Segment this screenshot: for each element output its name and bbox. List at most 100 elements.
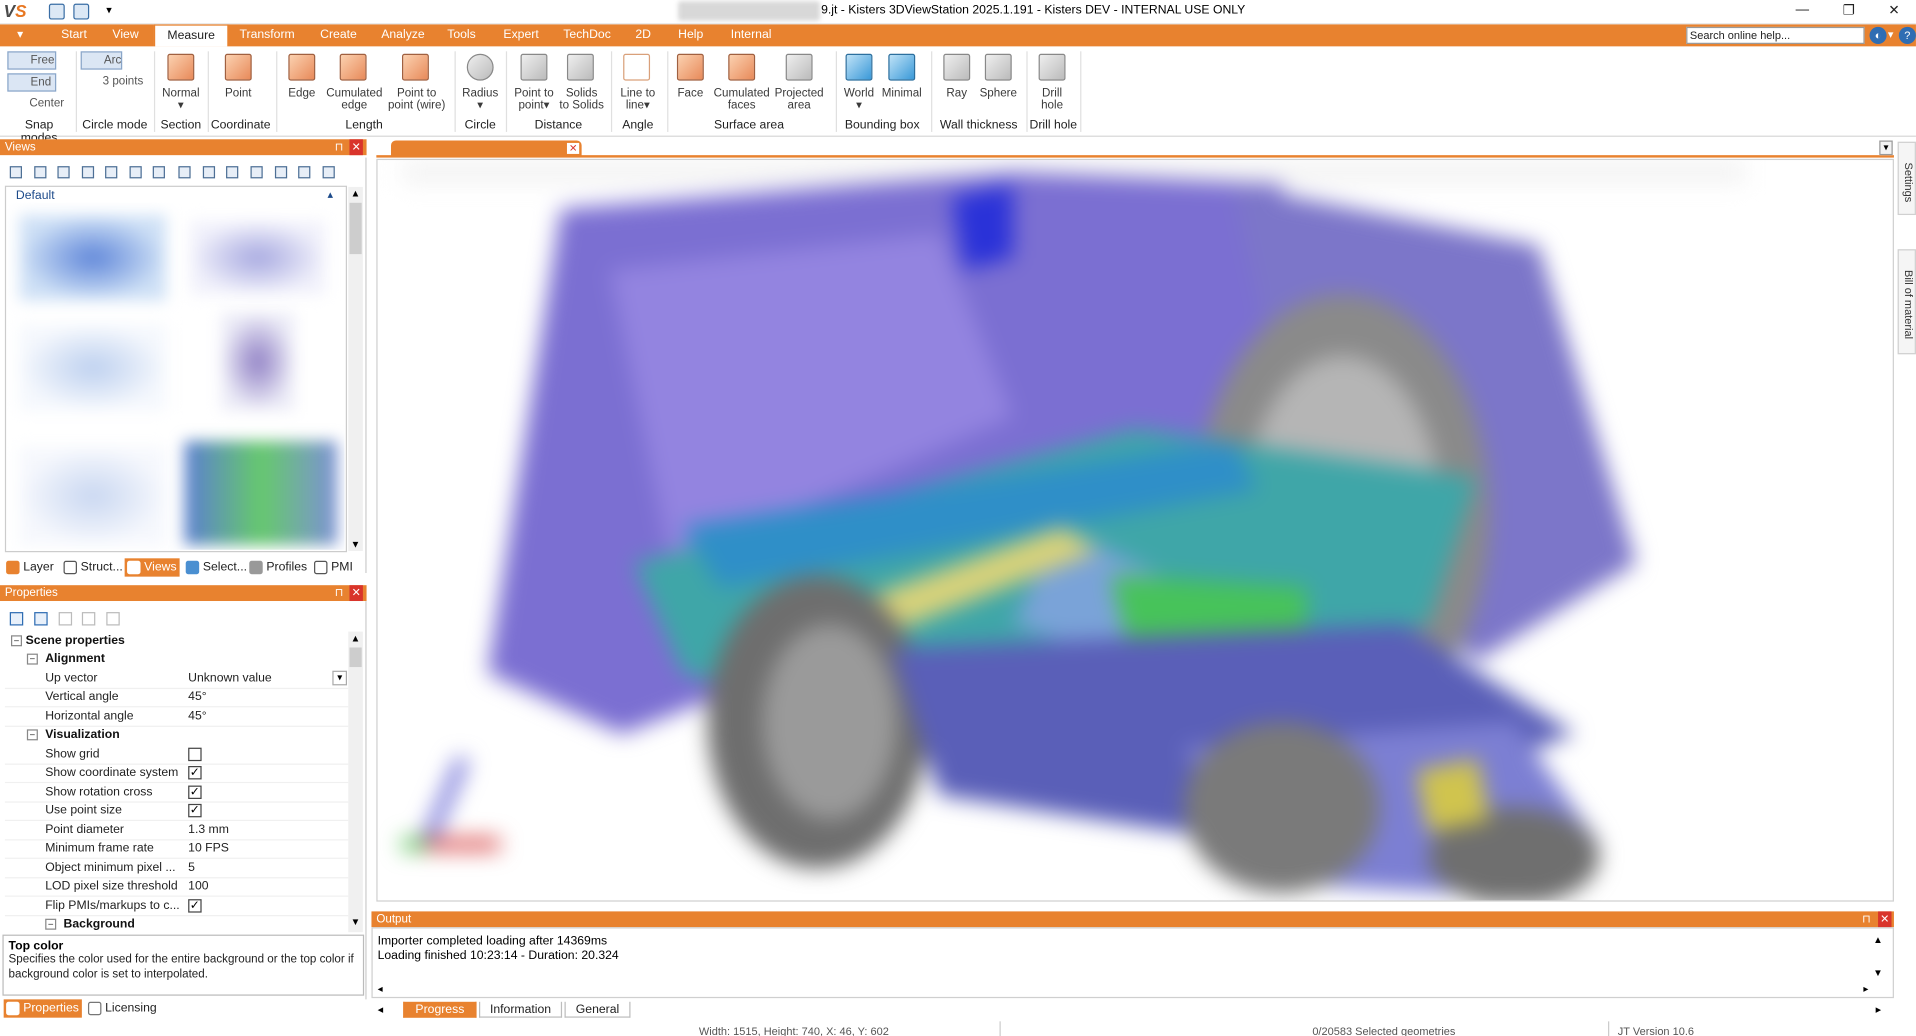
view-thumbnail[interactable] [184, 441, 338, 545]
prop-horizontal-angle[interactable]: Horizontal angle 45° [4, 707, 349, 727]
tab-properties[interactable]: Properties [3, 999, 82, 1018]
tab-selection[interactable]: Select... [183, 558, 247, 576]
collapse-all-icon[interactable] [34, 612, 48, 626]
search-input[interactable]: Search online help... [1686, 26, 1865, 44]
prop-scene-properties[interactable]: − Scene properties [5, 632, 348, 651]
bbox-world-button[interactable]: World ▾ [838, 87, 880, 112]
prop-show-coordinate-system[interactable]: Show coordinate system ✓ [4, 764, 349, 783]
snapshot-icon[interactable] [73, 3, 90, 20]
tab-pmi[interactable]: PMI [312, 558, 353, 576]
length-cumulated-edge-button[interactable]: Cumulated edge [323, 87, 387, 112]
views-group-default[interactable]: Default [16, 189, 55, 202]
view-thumbnail[interactable] [221, 312, 295, 411]
document-tab[interactable]: ✕ [391, 140, 582, 157]
drill-hole-button[interactable]: Drill hole [1029, 87, 1075, 112]
tab-transform[interactable]: Transform [227, 24, 307, 46]
prev-view-icon[interactable] [105, 166, 118, 179]
properties-close-icon[interactable]: ✕ [349, 585, 363, 602]
view-thumbnail[interactable] [190, 221, 326, 295]
prop-background[interactable]: − Background [5, 915, 348, 934]
tab-measure[interactable]: Measure [153, 24, 229, 47]
tab-information[interactable]: Information [478, 1001, 563, 1018]
prop-up-vector[interactable]: Up vector Unknown value ▾ [4, 669, 349, 689]
view-option-6-icon[interactable] [298, 166, 311, 179]
tabs-left-icon[interactable]: ◂ [378, 1003, 384, 1016]
prop-object-min-pixel[interactable]: Object minimum pixel ... 5 [4, 859, 349, 878]
snap-free-button[interactable]: Free [7, 51, 57, 70]
properties-scrollbar-thumb[interactable] [349, 647, 362, 668]
snap-center-button[interactable]: Center [7, 95, 71, 113]
help-icon[interactable]: ? [1898, 26, 1916, 44]
view-option-4-icon[interactable] [250, 166, 263, 179]
next-view-icon[interactable] [152, 166, 165, 179]
wall-ray-button[interactable]: Ray [936, 87, 978, 100]
prop-flip-pmi[interactable]: Flip PMIs/markups to c... ✓ [4, 897, 349, 916]
view-option-2-icon[interactable] [202, 166, 216, 179]
tab-techdoc[interactable]: TechDoc [551, 24, 623, 46]
tab-analyze[interactable]: Analyze [369, 24, 437, 46]
restore-icon[interactable]: ❐ [1830, 2, 1867, 22]
dropdown-icon[interactable]: ▾ [332, 670, 348, 686]
section-normal-button[interactable]: Normal ▾ [156, 87, 205, 112]
scroll-down-icon[interactable]: ▼ [351, 916, 361, 927]
tab-list-dropdown-icon[interactable]: ▾ [1879, 140, 1893, 156]
3d-viewport[interactable] [376, 158, 1894, 902]
prop-vertical-angle[interactable]: Vertical angle 45° [4, 688, 349, 707]
prop-min-frame-rate[interactable]: Minimum frame rate 10 FPS [4, 839, 349, 859]
scroll-down-icon[interactable]: ▼ [351, 539, 361, 550]
angle-line-to-line-button[interactable]: Line to line▾ [613, 87, 662, 112]
settings-side-tab[interactable]: Settings [1897, 141, 1916, 216]
tab-general[interactable]: General [564, 1001, 631, 1018]
coordinate-point-button[interactable]: Point [215, 87, 261, 100]
tab-views[interactable]: Views [124, 558, 180, 577]
stop-view-icon[interactable] [129, 166, 142, 179]
bbox-minimal-button[interactable]: Minimal [877, 87, 926, 100]
bill-of-material-side-tab[interactable]: Bill of material [1897, 249, 1916, 355]
use-point-size-checkbox[interactable]: ✓ [188, 803, 202, 818]
prop-show-rotation-cross[interactable]: Show rotation cross ✓ [4, 783, 349, 803]
view-option-3-icon[interactable] [226, 166, 239, 179]
circle-arc-button[interactable]: Arc [80, 51, 123, 70]
flip-pmi-checkbox[interactable]: ✓ [188, 899, 202, 913]
tab-close-icon[interactable]: ✕ [566, 142, 580, 154]
pin-icon[interactable]: ⊓ [332, 585, 345, 601]
add-view-icon[interactable] [34, 166, 47, 179]
output-close-icon[interactable]: ✕ [1878, 911, 1892, 928]
wall-sphere-button[interactable]: Sphere [975, 87, 1021, 100]
save-icon[interactable] [48, 3, 65, 20]
prop-use-point-size[interactable]: Use point size ✓ [4, 801, 349, 821]
collapse-icon[interactable]: − [26, 729, 38, 741]
surface-face-button[interactable]: Face [670, 87, 712, 100]
collapse-icon[interactable]: ▴ [327, 188, 333, 201]
collapse-icon[interactable]: − [26, 653, 38, 665]
scroll-up-icon[interactable]: ▲ [351, 633, 361, 644]
tab-progress[interactable]: Progress [403, 1001, 477, 1018]
copy-icon[interactable] [58, 612, 73, 626]
view-thumbnail[interactable] [19, 324, 167, 411]
view-option-5-icon[interactable] [274, 166, 288, 179]
quick-access-dropdown-icon[interactable]: ▾ [106, 4, 112, 17]
tab-licensing[interactable]: Licensing [86, 999, 157, 1017]
chevron-down-icon[interactable]: ▾ [1888, 28, 1894, 41]
tab-view[interactable]: View [100, 24, 151, 46]
prop-lod-threshold[interactable]: LOD pixel size threshold 100 [4, 877, 349, 897]
distance-solids-button[interactable]: Solids to Solids [555, 87, 609, 112]
tab-internal[interactable]: Internal [718, 24, 783, 46]
collapse-icon[interactable]: − [10, 635, 22, 647]
show-coordinate-checkbox[interactable]: ✓ [188, 766, 202, 780]
tab-structure[interactable]: Struct... [61, 558, 123, 576]
tab-start[interactable]: Start [49, 24, 99, 46]
surface-cumulated-button[interactable]: Cumulated faces [711, 87, 772, 112]
prop-show-grid[interactable]: Show grid [4, 745, 349, 765]
views-scrollbar-thumb[interactable] [349, 202, 362, 255]
circle-3points-button[interactable]: 3 points [81, 73, 149, 91]
tab-expert[interactable]: Expert [491, 24, 551, 46]
scroll-up-icon[interactable]: ▲ [1873, 935, 1883, 946]
pin-icon[interactable]: ⊓ [1860, 911, 1873, 927]
tab-help[interactable]: Help [666, 24, 716, 46]
tab-profiles[interactable]: Profiles [247, 558, 307, 576]
length-point-to-point-button[interactable]: Point to point (wire) [384, 87, 450, 112]
prop-point-diameter[interactable]: Point diameter 1.3 mm [4, 821, 349, 840]
filter-icon[interactable] [106, 612, 120, 626]
prop-alignment[interactable]: − Alignment [5, 650, 348, 669]
